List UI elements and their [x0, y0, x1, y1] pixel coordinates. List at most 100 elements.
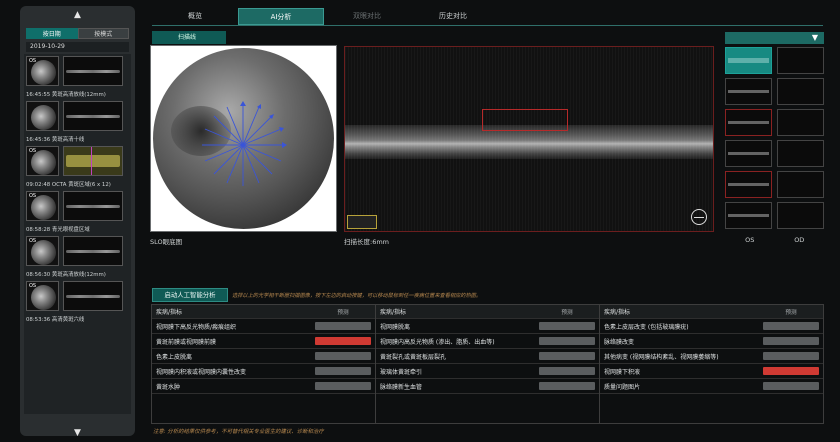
prediction-bar: [315, 322, 371, 330]
eye-label: OS: [29, 58, 37, 64]
tab-overview[interactable]: 概览: [152, 8, 238, 25]
fundus-thumbnail: OS: [26, 281, 59, 311]
table-header: 疾病/指标 预测: [600, 305, 823, 319]
disclaimer-note: 注意: 分析的结果仅供参考，不可替代相关专业医生的建议、诊断和治疗: [153, 429, 324, 435]
chevron-up-icon: ▲: [74, 10, 81, 20]
table-row[interactable]: 黄斑前膜或视网膜前膜: [152, 334, 375, 349]
od-scan-thumbnail[interactable]: [777, 47, 824, 74]
od-scan-thumbnail[interactable]: [777, 202, 824, 229]
list-item[interactable]: OS 08:53:36 高清黄斑六线: [24, 279, 131, 324]
os-scan-thumbnail[interactable]: [725, 47, 772, 74]
fundus-thumbnail: OS: [26, 146, 59, 176]
scan-caption: 09:02:48 OCTA 黄斑区域(6 x 12): [26, 182, 111, 188]
header-prediction: 预测: [337, 309, 349, 316]
list-item[interactable]: OS 16:45:55 黄斑高清放线(12mm): [24, 54, 131, 99]
slo-fundus-image[interactable]: [150, 45, 337, 232]
oct-thumbnail: [63, 236, 123, 266]
speckle-texture: [345, 47, 713, 231]
prediction-bar: [539, 382, 595, 390]
table-row[interactable]: 脉络膜改变: [600, 334, 823, 349]
scan-caption: 16:45:55 黄斑高清放线(12mm): [26, 92, 106, 98]
table-row[interactable]: 质量问题图片: [600, 379, 823, 394]
start-ai-analysis-button[interactable]: 启动人工智能分析: [152, 288, 228, 302]
table-row[interactable]: 色素上皮层改变 (包括玻璃膜疣): [600, 319, 823, 334]
chevron-down-icon: ▼: [811, 33, 818, 42]
list-item[interactable]: OS 09:02:48 OCTA 黄斑区域(6 x 12): [24, 144, 131, 189]
table-row[interactable]: 玻璃体黄斑牵引: [376, 364, 599, 379]
list-item[interactable]: 16:45:36 黄斑高清十线: [24, 99, 131, 144]
lesion-roi-box: [482, 109, 568, 131]
table-row[interactable]: 脉络膜新生血管: [376, 379, 599, 394]
prediction-bar: [315, 382, 371, 390]
tab-ai-analysis[interactable]: AI分析: [238, 8, 324, 25]
main-tabs: 概览 AI分析 双眼对比 历史对比: [152, 8, 823, 26]
od-scan-thumbnail[interactable]: [777, 140, 824, 167]
os-scan-thumbnail[interactable]: [725, 171, 772, 198]
table-row[interactable]: 黄斑水肿: [152, 379, 375, 394]
scroll-down-button[interactable]: ▼: [20, 424, 135, 436]
table-row[interactable]: 黄斑裂孔或黄斑板层裂孔: [376, 349, 599, 364]
series-dropdown[interactable]: ▼: [725, 32, 824, 44]
os-scan-thumbnail[interactable]: [725, 140, 772, 167]
od-scan-thumbnail[interactable]: [777, 78, 824, 105]
ai-hint-text: 选择以上的光学相干断层扫描图像，按下左边的启动按键，可以移动鼠标到任一疾病位置来…: [232, 293, 482, 299]
eye-labels: OS OD: [725, 236, 824, 244]
slo-caption: SLO眼底图: [150, 238, 183, 246]
tab-history-compare[interactable]: 历史对比: [410, 8, 496, 25]
prediction-bar: [315, 367, 371, 375]
table-row[interactable]: 视网膜脱离: [376, 319, 599, 334]
os-scan-thumbnail[interactable]: [725, 202, 772, 229]
list-item[interactable]: OS 08:58:28 青光眼视盘区域: [24, 189, 131, 234]
disease-name: 脉络膜改变: [604, 338, 635, 346]
ai-results-column: 疾病/指标 预测 色素上皮层改变 (包括玻璃膜疣) 脉络膜改变 其他病变 (视网…: [600, 305, 823, 423]
prediction-bar: [763, 367, 819, 375]
os-scan-thumbnail[interactable]: [725, 109, 772, 136]
header-prediction: 预测: [785, 309, 797, 316]
oct-bscan-image[interactable]: [344, 46, 714, 232]
oct-thumbnail: [63, 281, 123, 311]
exam-date: 2019-10-29: [26, 42, 129, 52]
prediction-bar: [539, 322, 595, 330]
prediction-bar: [763, 322, 819, 330]
scan-marker: [91, 147, 92, 175]
scan-caption: 08:56:30 黄斑高清放线(12mm): [26, 272, 106, 278]
chevron-down-icon: ▼: [74, 428, 81, 436]
table-row[interactable]: 视网膜内高反光物质 (渗出、脂质、出血等): [376, 334, 599, 349]
od-scan-thumbnail[interactable]: [777, 171, 824, 198]
od-scan-thumbnail[interactable]: [777, 109, 824, 136]
tab-by-date[interactable]: 按日期: [26, 28, 78, 39]
disease-name: 黄斑裂孔或黄斑板层裂孔: [380, 353, 447, 361]
prediction-bar: [315, 352, 371, 360]
prediction-bar: [763, 382, 819, 390]
disease-name: 色素上皮层改变 (包括玻璃膜疣): [604, 323, 689, 331]
disease-name: 色素上皮脱离: [156, 353, 193, 361]
prediction-bar: [539, 337, 595, 345]
eye-label: OS: [29, 148, 37, 154]
table-row[interactable]: 其他病变 (视网膜结构紊乱、视网膜萎缩等): [600, 349, 823, 364]
tab-binocular-compare[interactable]: 双眼对比: [324, 8, 410, 25]
scan-line-button[interactable]: 扫描线: [152, 31, 226, 44]
tab-by-mode[interactable]: 按模式: [77, 28, 129, 39]
os-label: OS: [745, 236, 755, 244]
table-row[interactable]: 色素上皮脱离: [152, 349, 375, 364]
scan-length-caption: 扫描长度:6mm: [344, 238, 389, 246]
history-sidebar: ▲ 按日期 按模式 2019-10-29 OS 16:45:55 黄斑高清放线(…: [20, 6, 135, 436]
scroll-up-button[interactable]: ▲: [20, 6, 135, 24]
zoom-reset-icon[interactable]: [691, 209, 707, 225]
disease-name: 视网膜下高反光物质/瘢痕组织: [156, 323, 237, 331]
ai-results-column: 疾病/指标 预测 视网膜脱离 视网膜内高反光物质 (渗出、脂质、出血等) 黄斑裂…: [376, 305, 600, 423]
os-scan-thumbnail[interactable]: [725, 78, 772, 105]
header-disease: 疾病/指标: [156, 309, 183, 316]
prediction-bar: [539, 352, 595, 360]
fundus-thumbnail: OS: [26, 56, 59, 86]
eye-label: OS: [29, 283, 37, 289]
table-row[interactable]: 视网膜下积液: [600, 364, 823, 379]
mini-navigator[interactable]: [347, 215, 377, 229]
list-item[interactable]: OS 08:56:30 黄斑高清放线(12mm): [24, 234, 131, 279]
header-prediction: 预测: [561, 309, 573, 316]
scan-caption: 08:58:28 青光眼视盘区域: [26, 227, 90, 233]
table-row[interactable]: 视网膜下高反光物质/瘢痕组织: [152, 319, 375, 334]
ai-results-column: 疾病/指标 预测 视网膜下高反光物质/瘢痕组织 黄斑前膜或视网膜前膜 色素上皮脱…: [152, 305, 376, 423]
fundus-thumbnail: OS: [26, 236, 59, 266]
table-row[interactable]: 视网膜内积液或视网膜内囊性改变: [152, 364, 375, 379]
